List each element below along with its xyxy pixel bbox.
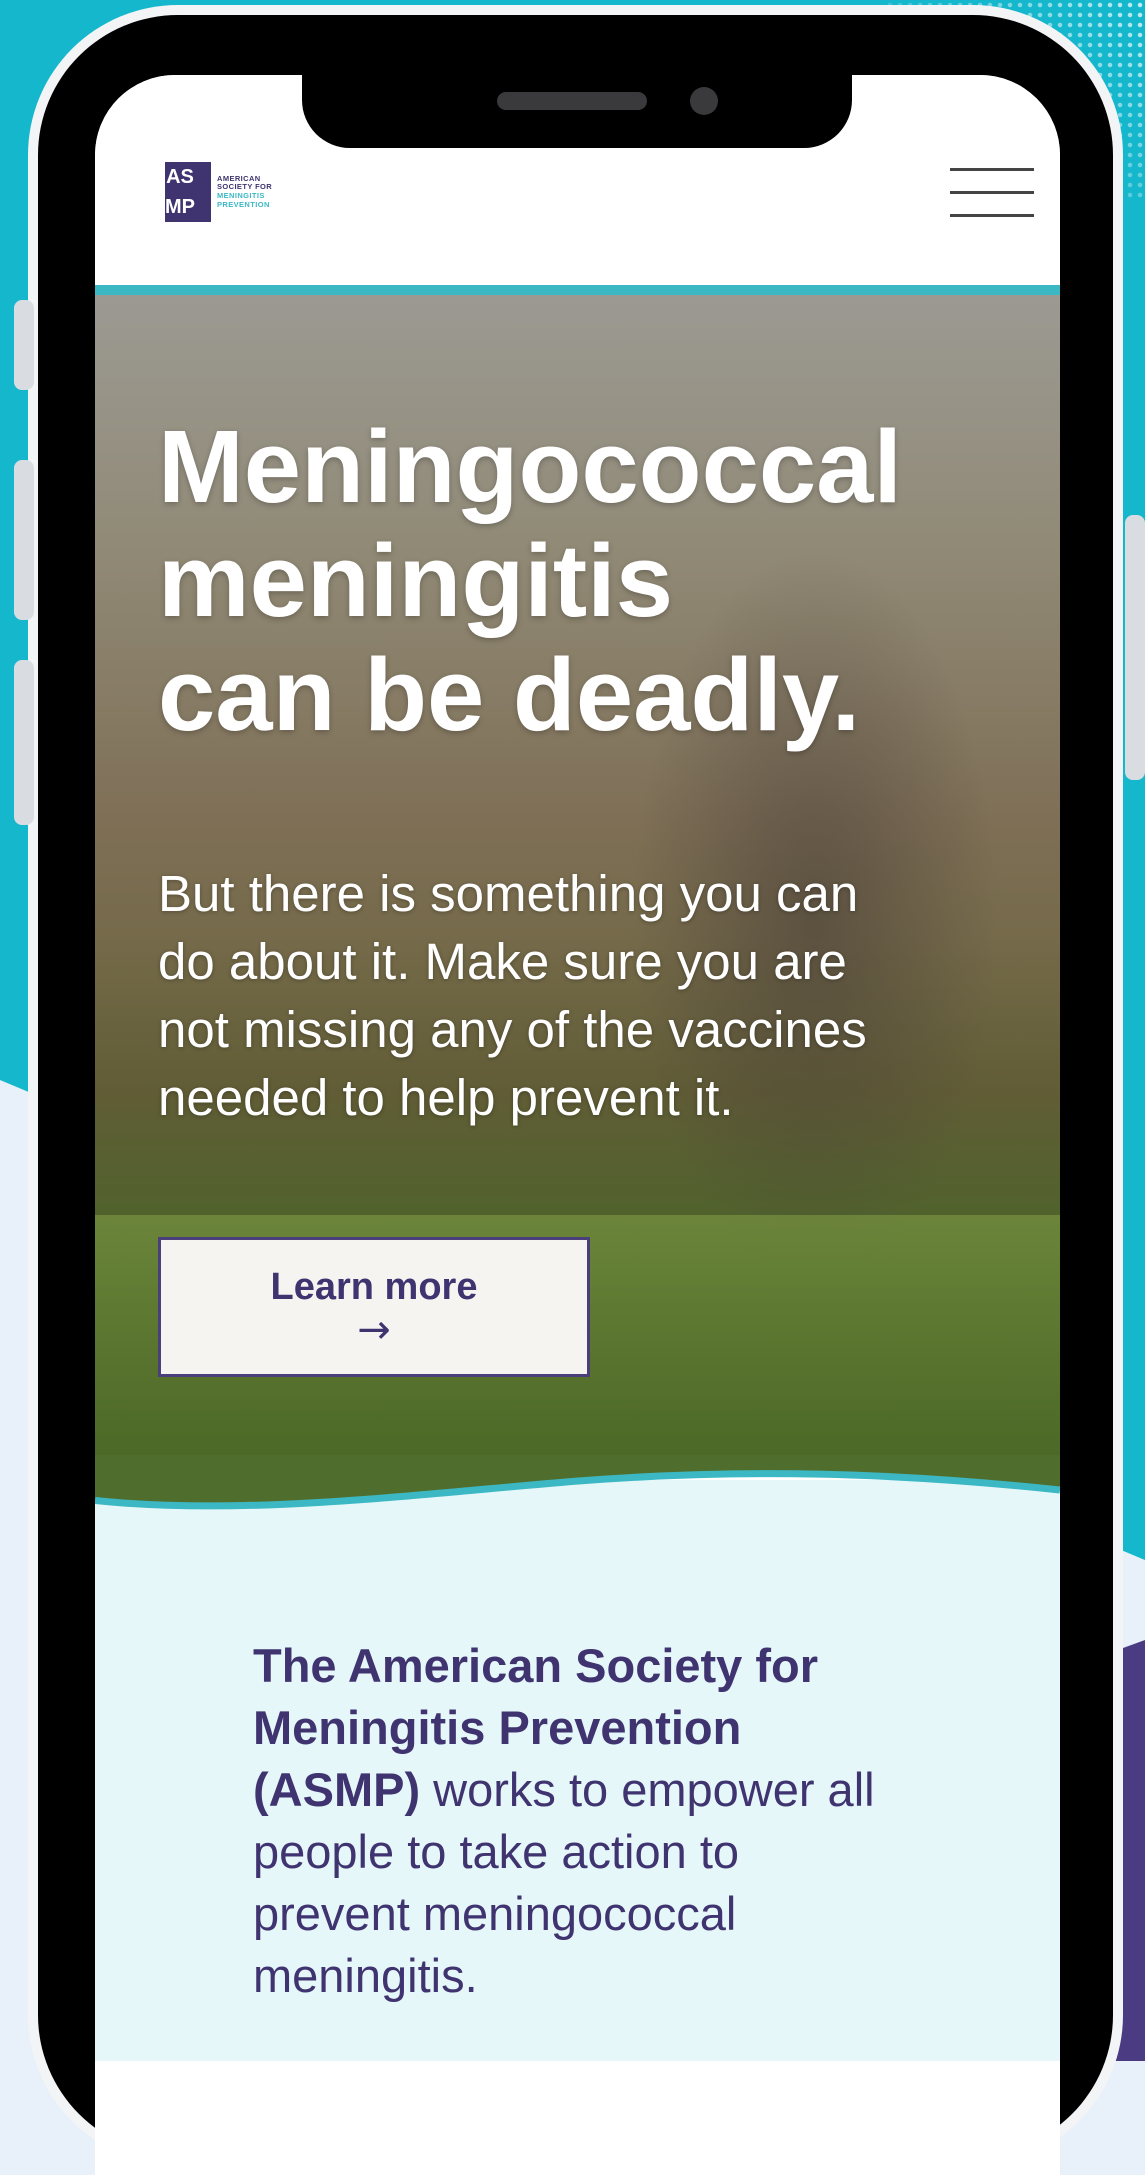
screen-content: Meningococcal meningitis can be deadly. … — [95, 75, 1060, 2061]
phone-side-button — [14, 460, 34, 620]
learn-more-label: Learn more — [270, 1266, 478, 1308]
phone-notch — [302, 70, 852, 148]
wave-divider — [95, 1455, 1060, 1510]
phone-side-button — [14, 660, 34, 825]
hero-title: Meningococcal meningitis can be deadly. — [158, 409, 903, 752]
learn-more-button[interactable]: Learn more → — [158, 1237, 590, 1377]
phone-side-button — [1125, 515, 1145, 780]
camera-icon — [690, 87, 718, 115]
speaker-grille — [497, 92, 647, 110]
phone-side-button — [14, 300, 34, 390]
arrow-right-icon: → — [357, 1307, 391, 1353]
hero-body-text: But there is something you can do about … — [158, 865, 867, 1126]
mission-statement: The American Society for Meningitis Prev… — [253, 1635, 893, 2007]
